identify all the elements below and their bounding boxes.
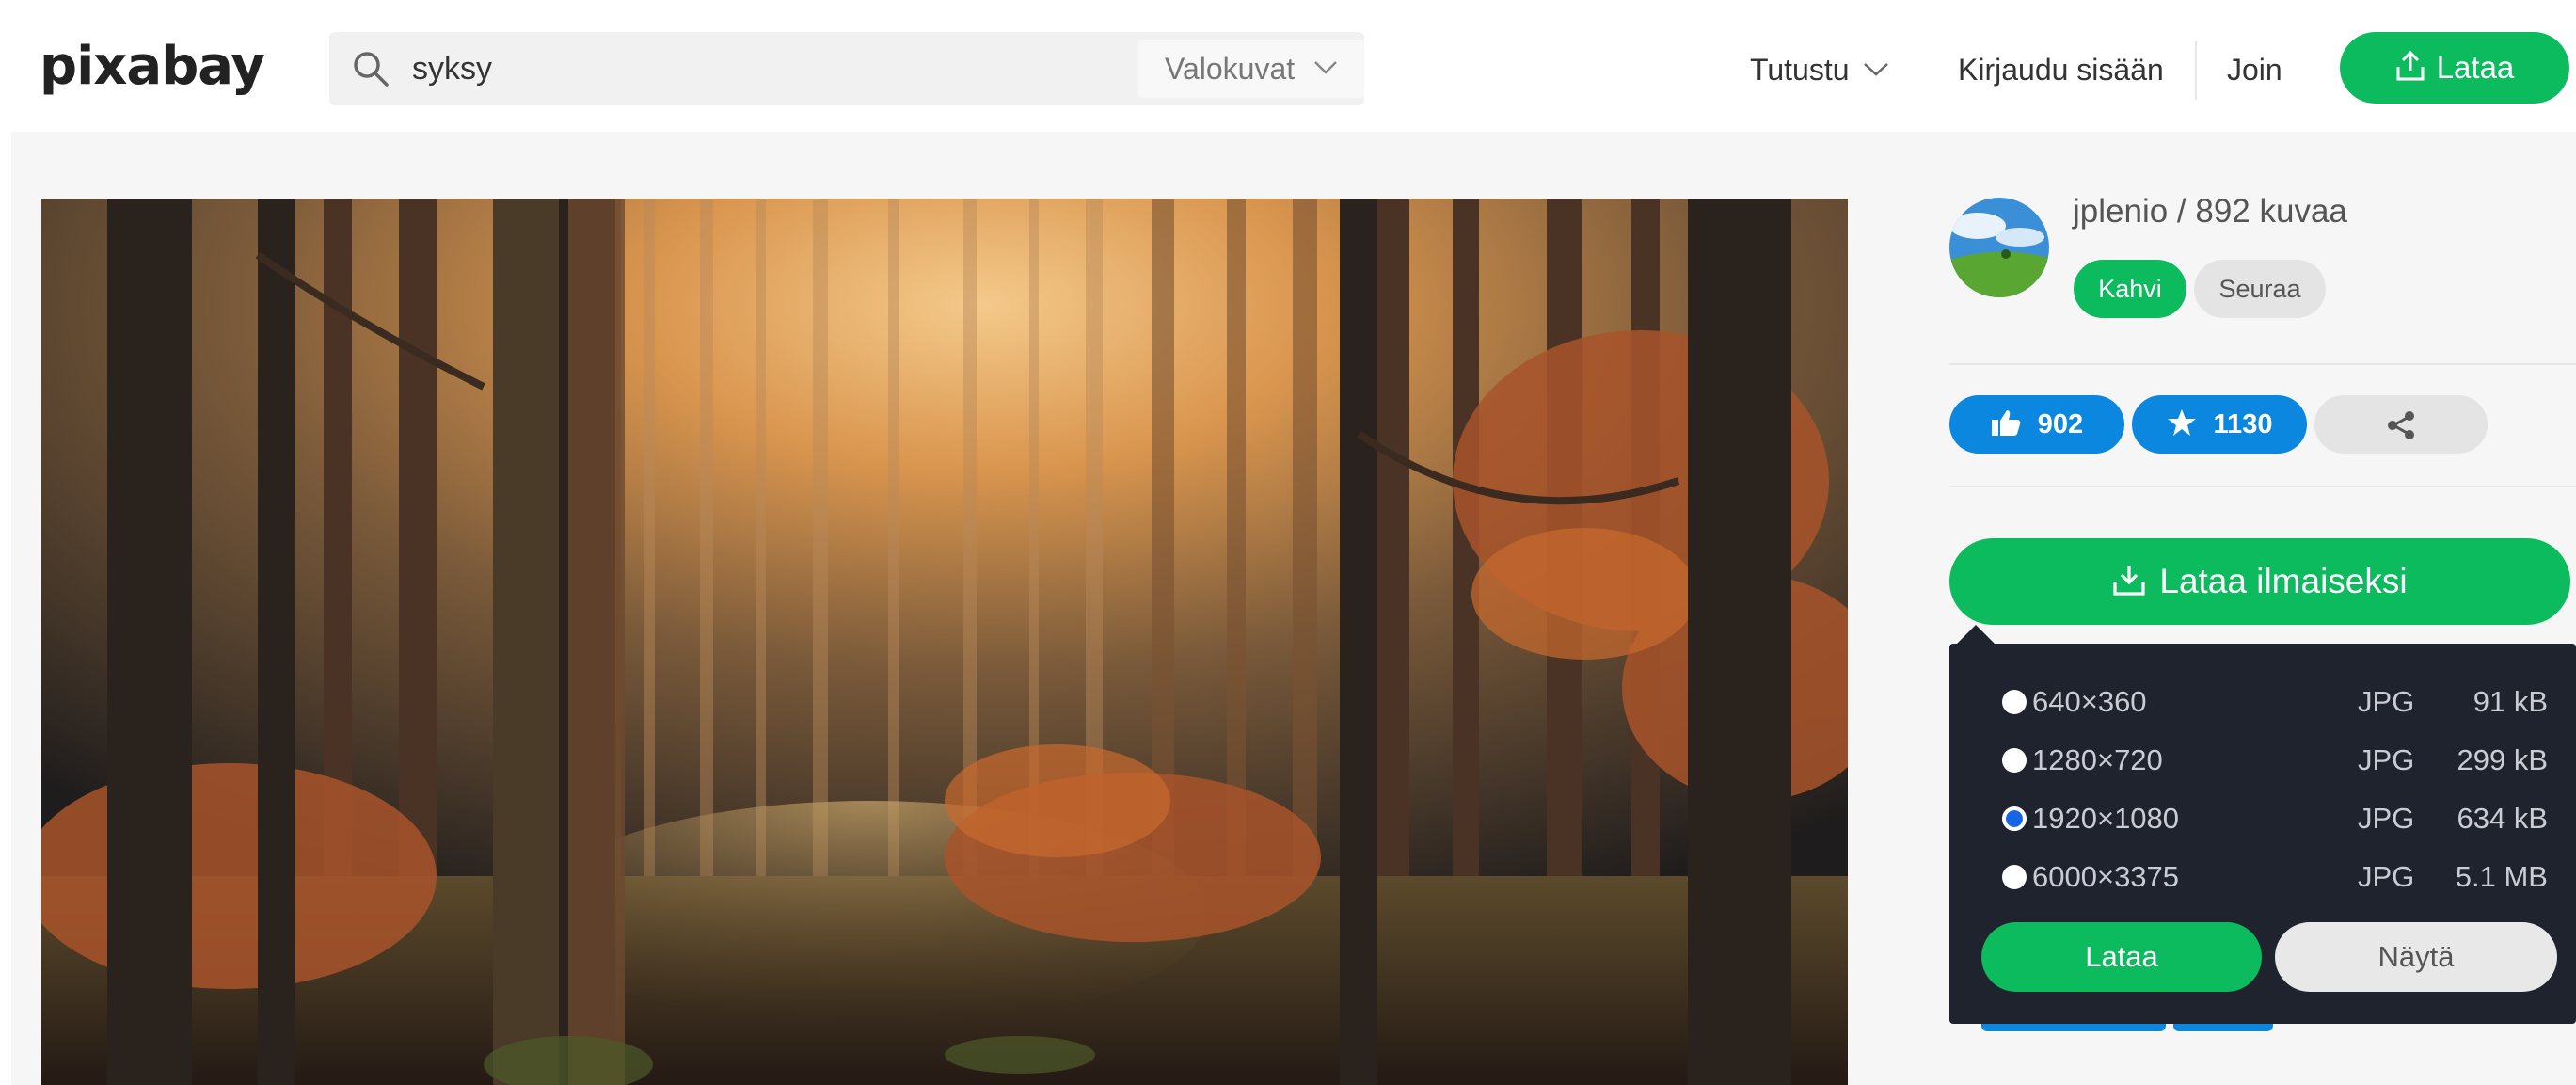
nav-login-link[interactable]: Kirjaudu sisään [1958,0,2164,132]
size-resolution: 6000×3375 [2032,860,2180,893]
size-radio[interactable] [2002,690,2027,714]
chevron-down-icon [1314,61,1337,74]
download-icon [2113,566,2145,596]
favorite-button[interactable]: 1130 [2132,395,2307,454]
author-name-link[interactable]: jplenio / 892 kuvaa [2073,193,2347,231]
follow-button[interactable]: Seuraa [2194,260,2326,318]
dropdown-caret [1955,625,1996,646]
upload-label: Lataa [2436,50,2515,85]
size-format: JPG [2358,802,2415,835]
media-type-label: Valokuvat [1165,52,1296,86]
size-resolution: 1280×720 [2032,743,2163,776]
nav-divider [2195,41,2197,100]
size-format: JPG [2358,860,2415,893]
size-option[interactable]: 1280×720 JPG 299 kB [2002,740,2548,781]
search-icon[interactable] [352,50,390,88]
size-resolution: 640×360 [2032,685,2147,718]
forest-image [41,199,1848,1085]
share-button[interactable] [2314,395,2488,454]
upload-icon [2396,51,2425,81]
chevron-down-icon [1863,62,1888,76]
media-type-select[interactable]: Valokuvat [1138,40,1364,98]
size-filesize: 634 kB [2457,802,2548,835]
top-header: pixabay syksy Valokuvat Tutustu Kirjaudu… [0,0,2576,132]
size-option[interactable]: 1920×1080 JPG 634 kB [2002,798,2548,839]
download-free-button[interactable]: Lataa ilmaiseksi [1949,538,2570,625]
author-avatar[interactable] [1949,198,2049,297]
download-free-label: Lataa ilmaiseksi [2159,562,2408,600]
size-filesize: 299 kB [2457,743,2548,776]
main-photo[interactable] [41,199,1848,1085]
nav-explore-label: Tutustu [1750,53,1850,87]
hidden-button-edge [1981,1024,2166,1031]
pixabay-logo[interactable]: pixabay [40,36,265,97]
favorite-count: 1130 [2213,409,2273,439]
star-icon [2167,409,2196,437]
like-count: 902 [2037,409,2084,439]
view-button[interactable]: Näytä [2275,922,2557,992]
search-bar[interactable]: syksy Valokuvat [329,32,1364,105]
download-button[interactable]: Lataa [1981,922,2262,992]
divider [1949,363,2576,365]
hidden-button-edge [2173,1024,2273,1031]
size-format: JPG [2358,685,2415,718]
size-option[interactable]: 640×360 JPG 91 kB [2002,681,2548,723]
size-radio[interactable] [2002,865,2027,889]
size-resolution: 1920×1080 [2032,802,2180,835]
size-radio[interactable] [2002,748,2027,773]
coffee-button[interactable]: Kahvi [2074,260,2186,318]
nav-join-link[interactable]: Join [2227,0,2282,132]
avatar-image [1949,198,2049,297]
size-option[interactable]: 6000×3375 JPG 5.1 MB [2002,856,2548,898]
thumbs-up-icon [1991,410,2021,437]
size-format: JPG [2358,743,2415,776]
share-icon [2388,411,2414,440]
size-filesize: 5.1 MB [2455,860,2548,893]
upload-button[interactable]: Lataa [2340,32,2569,104]
nav-explore[interactable]: Tutustu [1750,0,1889,132]
download-size-menu: 640×360 JPG 91 kB 1280×720 JPG 299 kB 19… [1949,644,2576,1024]
search-input[interactable]: syksy [412,51,492,88]
size-radio-selected[interactable] [2002,806,2027,831]
like-button[interactable]: 902 [1949,395,2124,454]
size-filesize: 91 kB [2473,685,2548,718]
divider [1949,486,2576,487]
